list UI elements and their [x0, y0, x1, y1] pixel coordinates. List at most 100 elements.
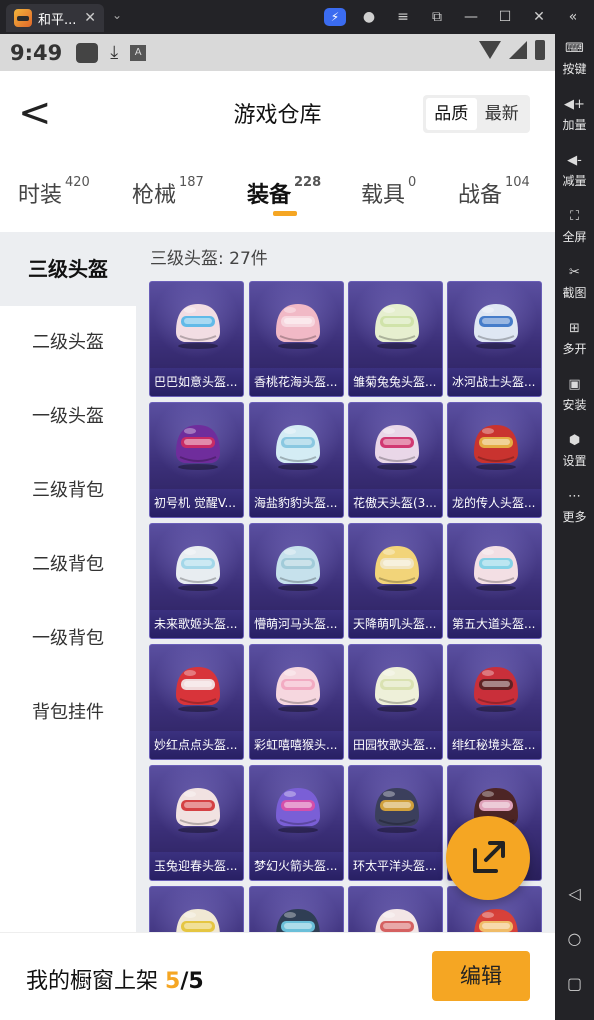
item-card[interactable]: 初号机 觉醒V... — [149, 402, 244, 518]
item-card[interactable]: 海盐豹豹头盔... — [249, 402, 344, 518]
showcase-text: 我的橱窗上架 — [26, 969, 159, 994]
emulator-multi-instance-button[interactable]: ⊞ 多开 — [555, 320, 594, 357]
showcase-total: /5 — [180, 969, 204, 994]
active-tab-indicator — [273, 211, 297, 216]
tab-supplies[interactable]: 战备104 — [458, 175, 530, 209]
item-card[interactable]: 天降萌叽头盔... — [348, 523, 443, 639]
item-card[interactable]: 妙红点点头盔... — [149, 644, 244, 760]
item-card[interactable]: 第五大道头盔... — [447, 523, 542, 639]
sidebar-item-level2-backpack[interactable]: 二级背包 — [0, 528, 136, 602]
helmet-icon — [276, 909, 320, 932]
tab-equipment[interactable]: 装备228 — [247, 175, 321, 209]
item-card[interactable]: 田园牧歌头盔... — [348, 644, 443, 760]
status-bar: 9:49 ⤓ A — [0, 34, 555, 71]
sidebar-item-level1-helmet[interactable]: 一级头盔 — [0, 380, 136, 454]
minimize-icon[interactable]: — — [460, 9, 482, 25]
item-name: 花傲天头盔(3... — [349, 489, 442, 517]
helmet-icon — [176, 909, 220, 932]
volume-down-icon: ◀- — [567, 153, 582, 168]
boost-icon[interactable]: ⚡ — [324, 8, 346, 26]
item-name: 玉兔迎春头盔... — [150, 852, 243, 880]
helmet-icon — [474, 546, 518, 591]
menu-icon[interactable]: ≡ — [392, 9, 414, 25]
emulator-keyboard-button[interactable]: ⌨ 按键 — [555, 40, 594, 77]
helmet-icon — [176, 425, 220, 470]
item-card[interactable] — [348, 886, 443, 932]
tab-fashion[interactable]: 时装420 — [18, 175, 90, 209]
item-card[interactable]: 未来歌姬头盔... — [149, 523, 244, 639]
item-name: 巴巴如意头盔... — [150, 368, 243, 396]
emulator-button-label: 减量 — [562, 174, 587, 188]
emulator-sidebar: ⌨ 按键 ◀+ 加量 ◀- 减量 ⛶ 全屏 ✂ 截图 ⊞ 多开 ▣ 安装 ⬢ 设置 ⋯ 更多 ◁ ○ ▢ — [555, 34, 594, 1020]
sidebar-item-level3-backpack[interactable]: 三级背包 — [0, 454, 136, 528]
item-card[interactable]: 梦幻火箭头盔... — [249, 765, 344, 881]
item-name: 环太平洋头盔... — [349, 852, 442, 880]
emulator-button-label: 设置 — [562, 454, 587, 468]
maximize-icon[interactable]: ☐ — [494, 9, 516, 25]
sort-quality-button[interactable]: 品质 — [426, 98, 477, 130]
wifi-icon — [479, 41, 501, 59]
item-card[interactable]: 玉兔迎春头盔... — [149, 765, 244, 881]
item-name: 第五大道头盔... — [448, 610, 541, 638]
item-card[interactable]: 雏菊兔兔头盔... — [348, 281, 443, 397]
sidebar-filler — [0, 750, 136, 932]
sidebar-item-level2-helmet[interactable]: 二级头盔 — [0, 306, 136, 380]
tab-dropdown-icon[interactable]: ⌄ — [112, 8, 122, 22]
emulator-volume-down-button[interactable]: ◀- 减量 — [555, 152, 594, 189]
sidebar-item-level3-helmet[interactable]: 三级头盔 — [0, 232, 136, 306]
item-card[interactable]: 环太平洋头盔... — [348, 765, 443, 881]
tab-label: 载具 — [361, 183, 406, 208]
emulator-title-bar: 和平... ✕ ⌄ ⚡ ● ≡ ⧉ — ☐ ✕ « — [0, 0, 594, 34]
emulator-apk-install-button[interactable]: ▣ 安装 — [555, 376, 594, 413]
item-card[interactable]: 绯红秘境头盔... — [447, 644, 542, 760]
emulator-gear-button[interactable]: ⬢ 设置 — [555, 432, 594, 469]
phone-screen: 9:49 ⤓ A < 游戏仓库 品质 最新 时装420 枪械187 装备228 … — [0, 34, 555, 1020]
emulator-fullscreen-button[interactable]: ⛶ 全屏 — [555, 208, 594, 245]
item-name: 初号机 觉醒V... — [150, 489, 243, 517]
item-card[interactable]: 彩虹嘻嘻猴头... — [249, 644, 344, 760]
tab-guns[interactable]: 枪械187 — [132, 175, 204, 209]
multi-instance-icon: ⊞ — [569, 321, 580, 336]
sort-newest-button[interactable]: 最新 — [477, 98, 528, 130]
item-card[interactable] — [249, 886, 344, 932]
gear-icon: ⬢ — [568, 433, 581, 448]
item-card[interactable]: 懵萌河马头盔... — [249, 523, 344, 639]
sidebar-item-level1-backpack[interactable]: 一级背包 — [0, 602, 136, 676]
back-nav-icon[interactable]: ◁ — [555, 884, 594, 903]
helmet-icon — [176, 304, 220, 349]
emulator-button-label: 更多 — [562, 510, 587, 524]
close-window-icon[interactable]: ✕ — [528, 9, 550, 25]
item-card[interactable]: 花傲天头盔(3... — [348, 402, 443, 518]
tab-label: 战备 — [458, 183, 503, 208]
emulator-button-label: 安装 — [562, 398, 587, 412]
item-name: 香桃花海头盔... — [250, 368, 343, 396]
item-card[interactable] — [149, 886, 244, 932]
emulator-scissors-button[interactable]: ✂ 截图 — [555, 264, 594, 301]
item-card[interactable]: 龙的传人头盔... — [447, 402, 542, 518]
status-time: 9:49 — [10, 40, 63, 65]
helmet-icon — [276, 667, 320, 712]
popout-icon[interactable]: ⧉ — [426, 9, 448, 25]
account-icon[interactable]: ● — [358, 9, 380, 25]
app-tab[interactable]: 和平... ✕ — [6, 4, 104, 32]
signal-icon — [509, 41, 527, 59]
recents-nav-icon[interactable]: ▢ — [555, 974, 594, 993]
tab-label: 装备 — [247, 183, 292, 208]
collapse-sidebar-icon[interactable]: « — [562, 9, 584, 25]
helmet-icon — [375, 546, 419, 591]
item-card[interactable]: 巴巴如意头盔... — [149, 281, 244, 397]
emulator-button-label: 多开 — [562, 342, 587, 356]
tab-count: 420 — [65, 175, 90, 190]
category-tabs: 时装420 枪械187 装备228 载具0 战备104 — [0, 159, 555, 232]
sidebar-item-backpack-pendant[interactable]: 背包挂件 — [0, 676, 136, 750]
item-name: 田园牧歌头盔... — [349, 731, 442, 759]
item-card[interactable]: 香桃花海头盔... — [249, 281, 344, 397]
emulator-volume-up-button[interactable]: ◀+ 加量 — [555, 96, 594, 133]
tab-close-icon[interactable]: ✕ — [84, 10, 96, 26]
emulator-more-button[interactable]: ⋯ 更多 — [555, 488, 594, 525]
tab-vehicles[interactable]: 载具0 — [361, 175, 416, 209]
share-fab-button[interactable] — [446, 816, 530, 900]
home-nav-icon[interactable]: ○ — [555, 929, 594, 948]
edit-button[interactable]: 编辑 — [432, 951, 530, 1001]
item-card[interactable]: 冰河战士头盔... — [447, 281, 542, 397]
